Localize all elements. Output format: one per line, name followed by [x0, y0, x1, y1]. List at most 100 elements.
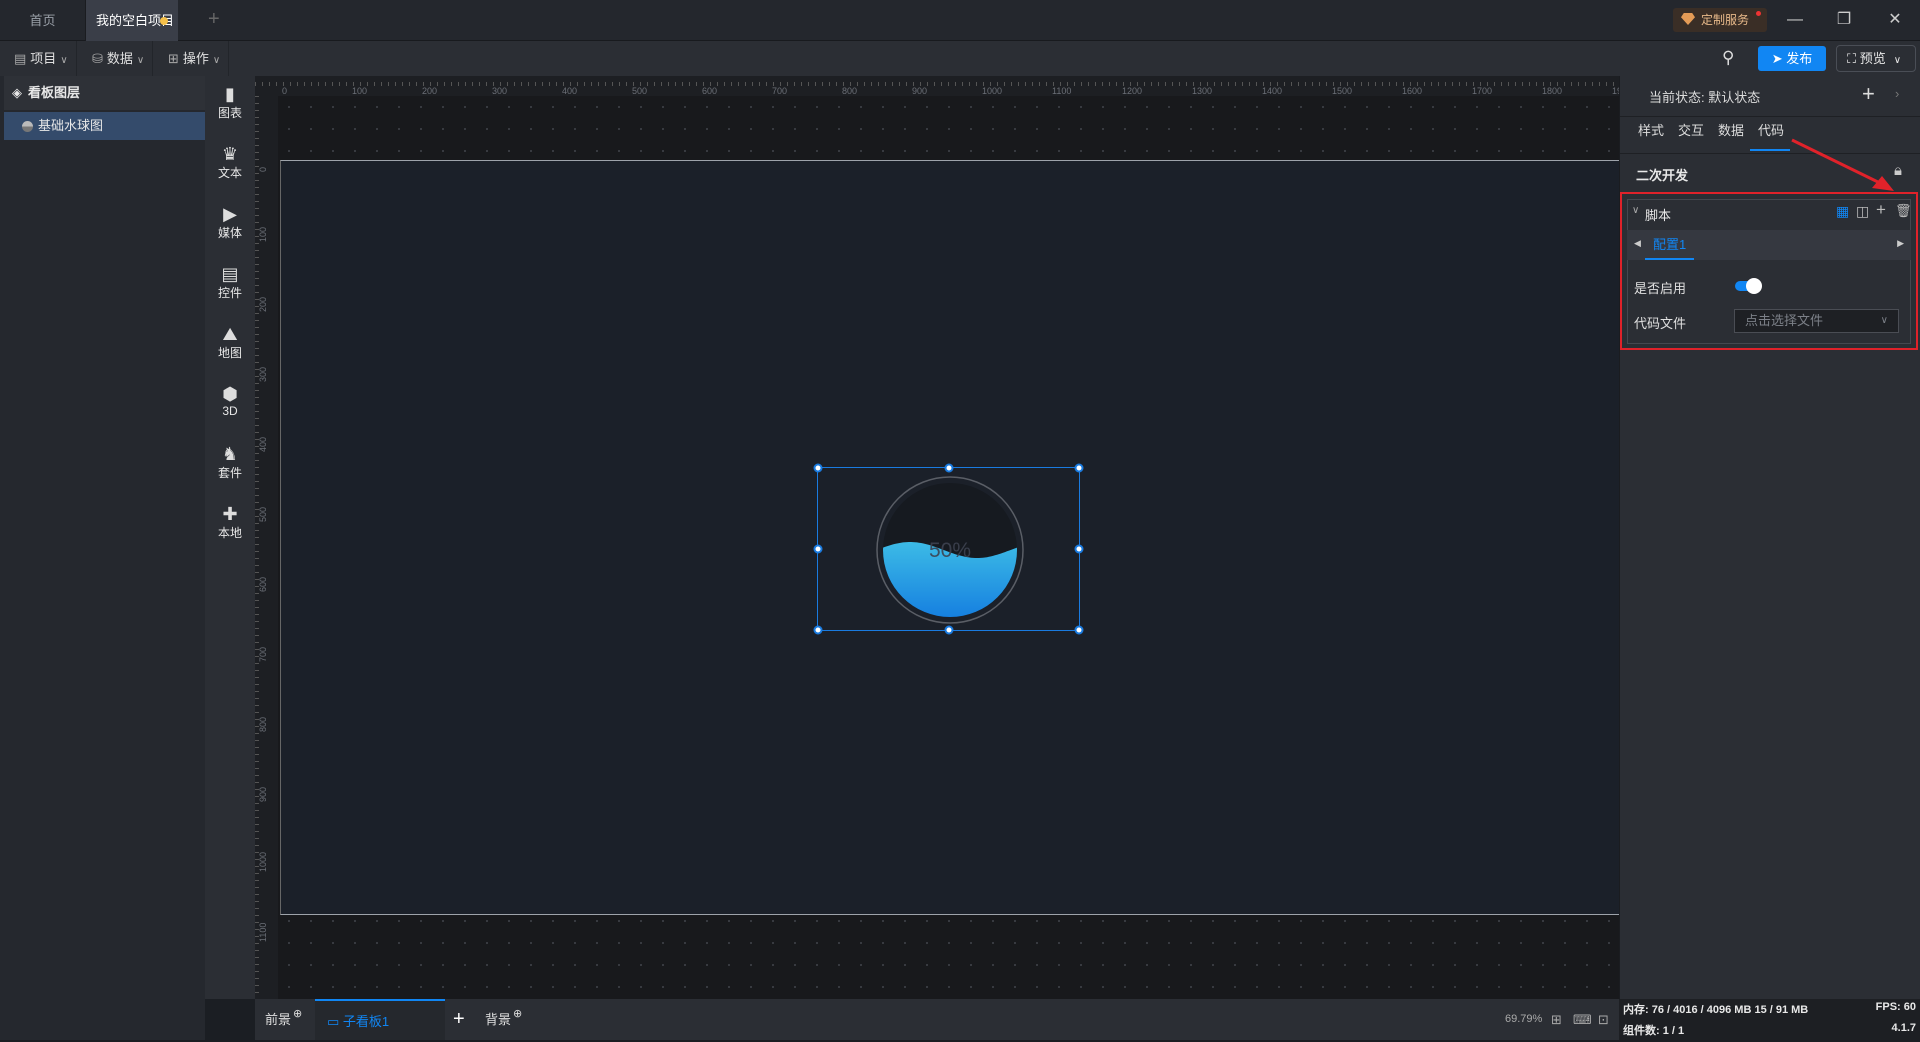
- horizontal-ruler[interactable]: 0 100 200 300 400 500 600 700 800 900 1000 1100 1200…: [255, 76, 1632, 96]
- ruler-tick: [668, 82, 669, 86]
- ruler-tick: [255, 474, 259, 475]
- category-5[interactable]: ⬢ 3D: [205, 384, 255, 418]
- category-label: 3D: [222, 404, 238, 418]
- ruler-tick: [255, 159, 259, 160]
- keyboard-icon[interactable]: ⌨: [1573, 999, 1592, 1040]
- menu-project[interactable]: ▤ 项目 ∨: [6, 41, 77, 76]
- category-3[interactable]: ▤ 控件: [205, 264, 255, 301]
- add-state-button[interactable]: +: [1862, 81, 1875, 107]
- ruler-label: 600: [702, 86, 718, 96]
- ruler-tick: [465, 82, 466, 86]
- ruler-tick: [857, 82, 858, 86]
- ruler-tick: [255, 782, 259, 783]
- scroll-left-icon[interactable]: ◀: [1634, 238, 1641, 249]
- background-tab[interactable]: 背景 ⊕: [485, 999, 522, 1040]
- ruler-tick: [507, 82, 508, 86]
- ruler-tick: [647, 82, 648, 86]
- custom-service-button[interactable]: 定制服务: [1673, 8, 1767, 32]
- minimize-button[interactable]: —: [1780, 8, 1810, 32]
- category-label: 本地: [217, 526, 242, 540]
- layout-row-icon[interactable]: ▦: [1836, 203, 1849, 220]
- config-tab-bar: ◀ 配置1 ▶: [1627, 230, 1911, 260]
- resize-handle[interactable]: [1074, 625, 1084, 635]
- resize-handle[interactable]: [944, 625, 953, 635]
- ruler-tick: [1368, 82, 1369, 86]
- menu-data[interactable]: ⛁ 数据 ∨: [84, 41, 154, 76]
- category-4[interactable]: ⛰ 地图: [205, 324, 255, 361]
- resize-handle[interactable]: [944, 463, 953, 473]
- search-icon[interactable]: ⚲: [1722, 48, 1734, 68]
- enable-toggle[interactable]: [1735, 278, 1762, 294]
- layer-item[interactable]: 基础水球图: [4, 112, 205, 140]
- category-2[interactable]: ▶ 媒体: [205, 204, 255, 241]
- ruler-tick: [1508, 82, 1509, 86]
- config-tab[interactable]: 配置1: [1645, 230, 1695, 260]
- ruler-tick: [878, 82, 879, 86]
- chevron-right-icon[interactable]: ›: [1895, 86, 1899, 101]
- tab-code[interactable]: 代码: [1758, 120, 1784, 139]
- scroll-right-icon[interactable]: ▶: [1897, 238, 1904, 249]
- resize-handle[interactable]: [813, 544, 823, 554]
- ruler-tick: [1018, 82, 1019, 86]
- ruler-tick: [255, 173, 259, 174]
- close-button[interactable]: ✕: [1880, 8, 1910, 32]
- chevron-down-icon[interactable]: ∨: [1632, 205, 1639, 216]
- tab-style[interactable]: 样式: [1638, 120, 1664, 139]
- plus-circle-icon[interactable]: ⊕: [293, 1008, 302, 1020]
- terminal-icon[interactable]: ⊡: [1598, 999, 1609, 1040]
- foreground-tab[interactable]: 前景 ⊕: [265, 999, 302, 1040]
- chevron-down-icon: ∨: [136, 55, 145, 66]
- publish-button[interactable]: ➤ 发布: [1758, 46, 1826, 71]
- plus-circle-icon[interactable]: ⊕: [513, 1008, 522, 1020]
- tab-project[interactable]: 我的空白项目: [86, 0, 178, 41]
- ruler-tick: [255, 845, 259, 846]
- preview-button[interactable]: ⛶ 预览 ∨: [1836, 45, 1916, 72]
- zoom-level[interactable]: 69.79%: [1505, 999, 1542, 1040]
- ruler-tick: [367, 82, 368, 86]
- resize-handle[interactable]: [813, 625, 823, 635]
- menu-operate[interactable]: ⊞ 操作 ∨: [160, 41, 230, 76]
- add-tab-button[interactable]: +: [208, 8, 220, 31]
- resize-handle[interactable]: [1074, 463, 1084, 473]
- subboard-tab[interactable]: ▭ 子看板1: [315, 999, 445, 1040]
- ruler-tick: [255, 894, 259, 895]
- vertical-ruler[interactable]: 0 100 200 300 400 500 600 700 800 900 1000 1100: [255, 96, 278, 999]
- category-1[interactable]: ♛ 文本: [205, 144, 255, 181]
- ruler-tick: [1095, 82, 1096, 86]
- ruler-tick: [255, 817, 259, 818]
- ruler-tick: [675, 82, 676, 86]
- ruler-tick: [255, 691, 259, 692]
- category-0[interactable]: ▮ 图表: [205, 84, 255, 121]
- tab-home[interactable]: 首页: [0, 0, 86, 41]
- trash-icon[interactable]: 🗑︎: [1895, 203, 1912, 219]
- category-6[interactable]: ♞ 套件: [205, 444, 255, 481]
- fps-readout: FPS: 60: [1875, 1001, 1916, 1013]
- restore-button[interactable]: ❐: [1829, 8, 1859, 32]
- diamond-icon: [1681, 13, 1695, 25]
- tab-data[interactable]: 数据: [1718, 120, 1744, 139]
- category-label: 地图: [217, 346, 242, 360]
- ruler-tick: [255, 285, 259, 286]
- ruler-tick: [829, 82, 830, 86]
- add-board-button[interactable]: +: [453, 999, 465, 1040]
- ruler-tick: [332, 82, 333, 86]
- resize-handle[interactable]: [813, 463, 823, 473]
- ruler-tick: [472, 82, 473, 86]
- ruler-label: 0: [282, 86, 288, 96]
- tab-interaction[interactable]: 交互: [1678, 120, 1704, 139]
- chevron-down-icon: ∨: [60, 55, 68, 66]
- ruler-tick: [255, 425, 259, 426]
- add-icon[interactable]: +: [1876, 200, 1886, 220]
- ruler-tick: [948, 82, 949, 86]
- ruler-tick: [745, 82, 746, 86]
- resize-handle[interactable]: [1074, 544, 1084, 554]
- ruler-tick: [871, 82, 872, 86]
- layout-column-icon[interactable]: ◫: [1856, 203, 1869, 220]
- code-file-select[interactable]: 点击选择文件 ∨: [1734, 309, 1899, 333]
- fit-screen-icon[interactable]: ⊞: [1551, 999, 1562, 1040]
- category-7[interactable]: ✚ 本地: [205, 504, 255, 541]
- ruler-tick: [255, 145, 259, 146]
- ruler-tick: [1081, 82, 1082, 86]
- ruler-tick: [1291, 82, 1292, 86]
- liquid-fill-widget[interactable]: 50%: [813, 463, 1084, 635]
